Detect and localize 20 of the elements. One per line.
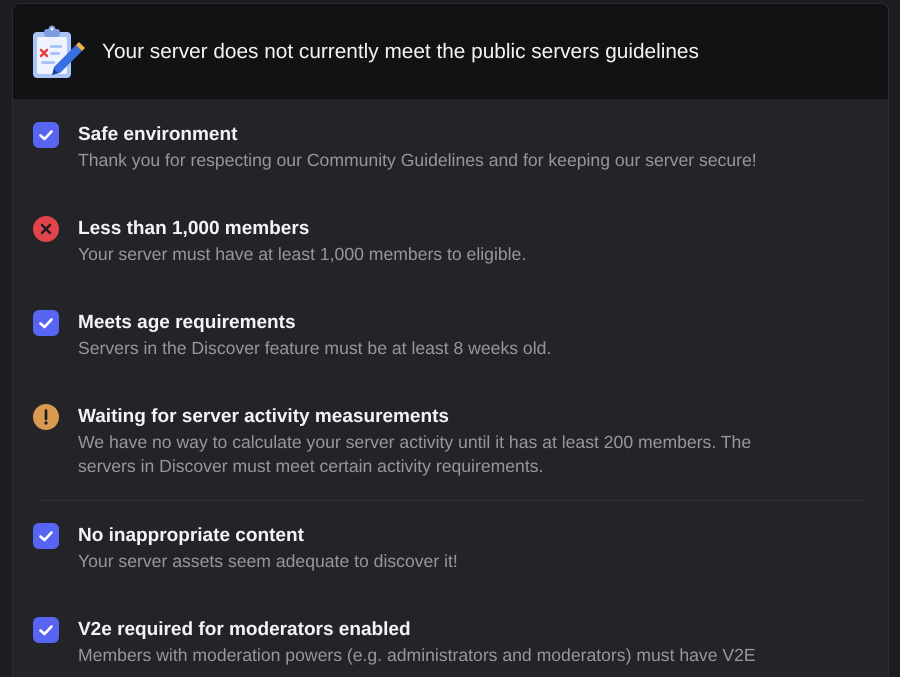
requirement-title: V2e required for moderators enabled (78, 618, 411, 642)
requirement-title: Waiting for server activity measurements (78, 405, 449, 429)
error-x-icon (33, 216, 59, 242)
requirement-title: No inappropriate content (78, 524, 304, 548)
requirement-description: We have no way to calculate your server activity until it has at least 200 members. The servers in Discover must meet certain activity requirements. (78, 431, 752, 478)
clipboard-pencil-icon (32, 24, 86, 78)
requirement-title: Less than 1,000 members (78, 217, 310, 241)
requirement-description: Your server must have at least 1,000 members to eligible. (78, 243, 526, 266)
requirement-title: Meets age requirements (78, 311, 296, 335)
checkbox-checked-icon (33, 310, 59, 336)
checkbox-checked-icon (33, 122, 59, 148)
requirement-description: Your server assets seem adequate to discover it! (78, 550, 458, 573)
requirement-description: Thank you for respecting our Community Guidelines and for keeping our server secure! (78, 149, 757, 172)
requirement-description: Members with moderation powers (e.g. administrators and moderators) must have V2E (78, 644, 756, 667)
warning-exclamation-icon (33, 404, 59, 430)
requirement-description: Servers in the Discover feature must be at least 8 weeks old. (78, 337, 552, 360)
checkbox-checked-icon (33, 523, 59, 549)
checkbox-checked-icon (33, 617, 59, 643)
requirement-title: Safe environment (78, 123, 238, 147)
header-title: Your server does not currently meet the public servers guidelines (102, 38, 699, 64)
